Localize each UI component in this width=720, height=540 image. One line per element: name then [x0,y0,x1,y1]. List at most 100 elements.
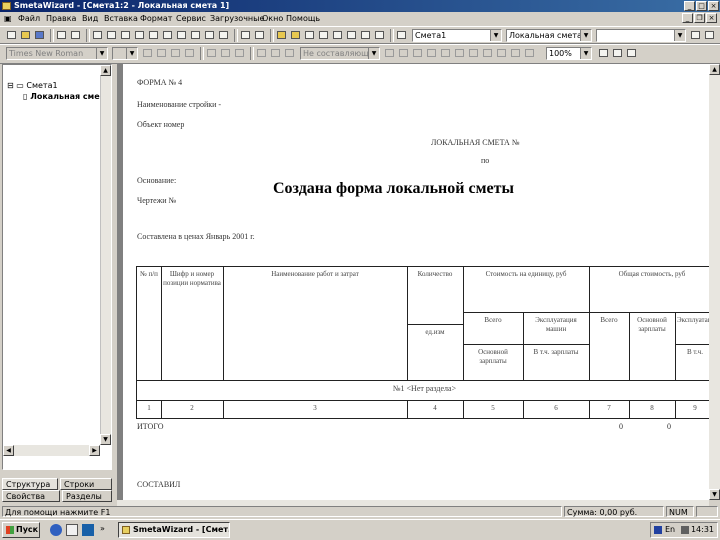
zoom-in-icon[interactable] [598,48,610,59]
doc-icon[interactable]: ▣ [4,13,12,25]
chevron-down-icon[interactable]: ▼ [674,30,685,41]
image-icon[interactable] [468,48,480,59]
tab-rows[interactable]: Строки [60,478,112,490]
calc-icon[interactable] [332,30,344,41]
network-icon[interactable] [654,526,662,534]
menu-file[interactable]: Файл [18,13,40,25]
align-center-icon[interactable] [220,48,232,59]
form-select[interactable]: Локальная смета1 ▼ [506,29,592,42]
scroll-up-icon[interactable]: ▲ [100,65,111,76]
copy-icon[interactable] [106,30,118,41]
new-estimate-icon[interactable] [276,30,288,41]
page-icon[interactable] [510,48,522,59]
scroll-right-icon[interactable]: ▶ [89,445,100,456]
chevron-down-icon[interactable]: ▼ [96,48,107,59]
tab-structure[interactable]: Структура [2,478,58,490]
tab-sections[interactable]: Разделы [62,490,112,502]
find-icon[interactable] [204,30,216,41]
italic-icon[interactable] [156,48,168,59]
replace-icon[interactable] [218,30,230,41]
document-vertical-scrollbar[interactable]: ▲ ▼ [709,64,720,500]
help-icon[interactable] [690,30,702,41]
zoom-out-icon[interactable] [612,48,624,59]
menu-insert[interactable]: Вставка [104,13,138,25]
merge-icon[interactable] [256,48,268,59]
style-edit-icon[interactable] [398,48,410,59]
sum-icon[interactable] [426,48,438,59]
underline-icon[interactable] [170,48,182,59]
taskbar-app-button[interactable]: SmetaWizard - [Смет... [118,522,230,538]
borders-icon[interactable] [270,48,282,59]
menu-help[interactable]: Помощь [286,13,320,25]
paste-icon[interactable] [120,30,132,41]
quicklaunch-more-icon[interactable]: » [100,524,105,533]
scroll-up-icon[interactable]: ▲ [709,64,720,75]
frame-icon[interactable] [482,48,494,59]
scroll-left-icon[interactable]: ◀ [3,445,14,456]
panel-horizontal-scrollbar[interactable]: ◀ ▶ [3,445,100,456]
insert-col-icon[interactable] [176,30,188,41]
menu-format[interactable]: Формат [140,13,172,25]
scroll-down-icon[interactable]: ▼ [100,434,111,445]
chevron-down-icon[interactable]: ▼ [368,48,379,59]
close-button[interactable]: × [708,1,719,11]
menu-view[interactable]: Вид [82,13,98,25]
preview-icon[interactable] [70,30,82,41]
cut-icon[interactable] [92,30,104,41]
third-select[interactable]: ▼ [596,29,686,42]
align-right-icon[interactable] [234,48,246,59]
zoom-page-icon[interactable] [626,48,638,59]
desktop-icon[interactable] [82,524,94,536]
window-title-bar[interactable]: SmetaWizard - [Смета1:2 - Локальная смет… [0,0,720,12]
table-icon[interactable] [496,48,508,59]
estimate-select[interactable]: Смета1 ▼ [412,29,502,42]
menu-window[interactable]: Окно [262,13,283,25]
wrap-icon[interactable] [284,48,296,59]
grid-icon[interactable] [346,30,358,41]
menu-edit[interactable]: Правка [46,13,76,25]
style-select[interactable]: Не составляющие ▼ [300,47,380,60]
mdi-restore-button[interactable]: ❐ [694,13,705,23]
tree-node-estimate[interactable]: ⊟ ▭ Смета1 [7,81,58,91]
edit-icon[interactable] [290,30,302,41]
export-icon[interactable] [360,30,372,41]
mdi-close-button[interactable]: × [706,13,717,23]
zoom-select[interactable]: 100% ▼ [546,47,592,60]
start-button[interactable]: Пуск [2,522,40,538]
page-setup-icon[interactable] [524,48,536,59]
menu-loaders[interactable]: Загрузочные [210,13,264,25]
undo-dropdown-icon[interactable] [254,30,266,41]
text-color-icon[interactable] [184,48,196,59]
chevron-down-icon[interactable]: ▼ [580,48,591,59]
language-indicator[interactable]: En [665,523,675,537]
outlook-icon[interactable] [66,524,78,536]
chart-icon[interactable] [454,48,466,59]
print-icon[interactable] [56,30,68,41]
grid-toggle-icon[interactable] [704,30,716,41]
maximize-button[interactable]: □ [696,1,707,11]
expand-icon[interactable]: ⊟ [7,81,16,90]
formula-icon[interactable] [440,48,452,59]
rates-icon[interactable] [304,30,316,41]
tree-node-local-estimate[interactable]: ▯ Локальная сме [23,92,100,102]
delete-row-icon[interactable] [162,30,174,41]
open-icon[interactable] [20,30,32,41]
internet-explorer-icon[interactable] [50,524,62,536]
undo-icon[interactable] [240,30,252,41]
tab-properties[interactable]: Свойства [2,490,60,502]
cell-icon[interactable] [412,48,424,59]
form-icon[interactable] [396,30,408,41]
chevron-down-icon[interactable]: ▼ [490,30,501,41]
minimize-button[interactable]: _ [684,1,695,11]
chevron-down-icon[interactable]: ▼ [126,48,137,59]
style-apply-icon[interactable] [384,48,396,59]
dropdown-icon[interactable] [318,30,330,41]
insert-row-icon[interactable] [148,30,160,41]
layout-icon[interactable] [374,30,386,41]
estimate-page[interactable]: ФОРМА № 4 Наименование стройки - Объект … [123,64,709,500]
panel-vertical-scrollbar[interactable]: ▲ ▼ [100,65,111,445]
new-icon[interactable] [6,30,18,41]
section-row[interactable]: №1 <Нет раздела> [136,384,709,393]
format-painter-icon[interactable] [134,30,146,41]
scroll-down-icon[interactable]: ▼ [709,489,720,500]
